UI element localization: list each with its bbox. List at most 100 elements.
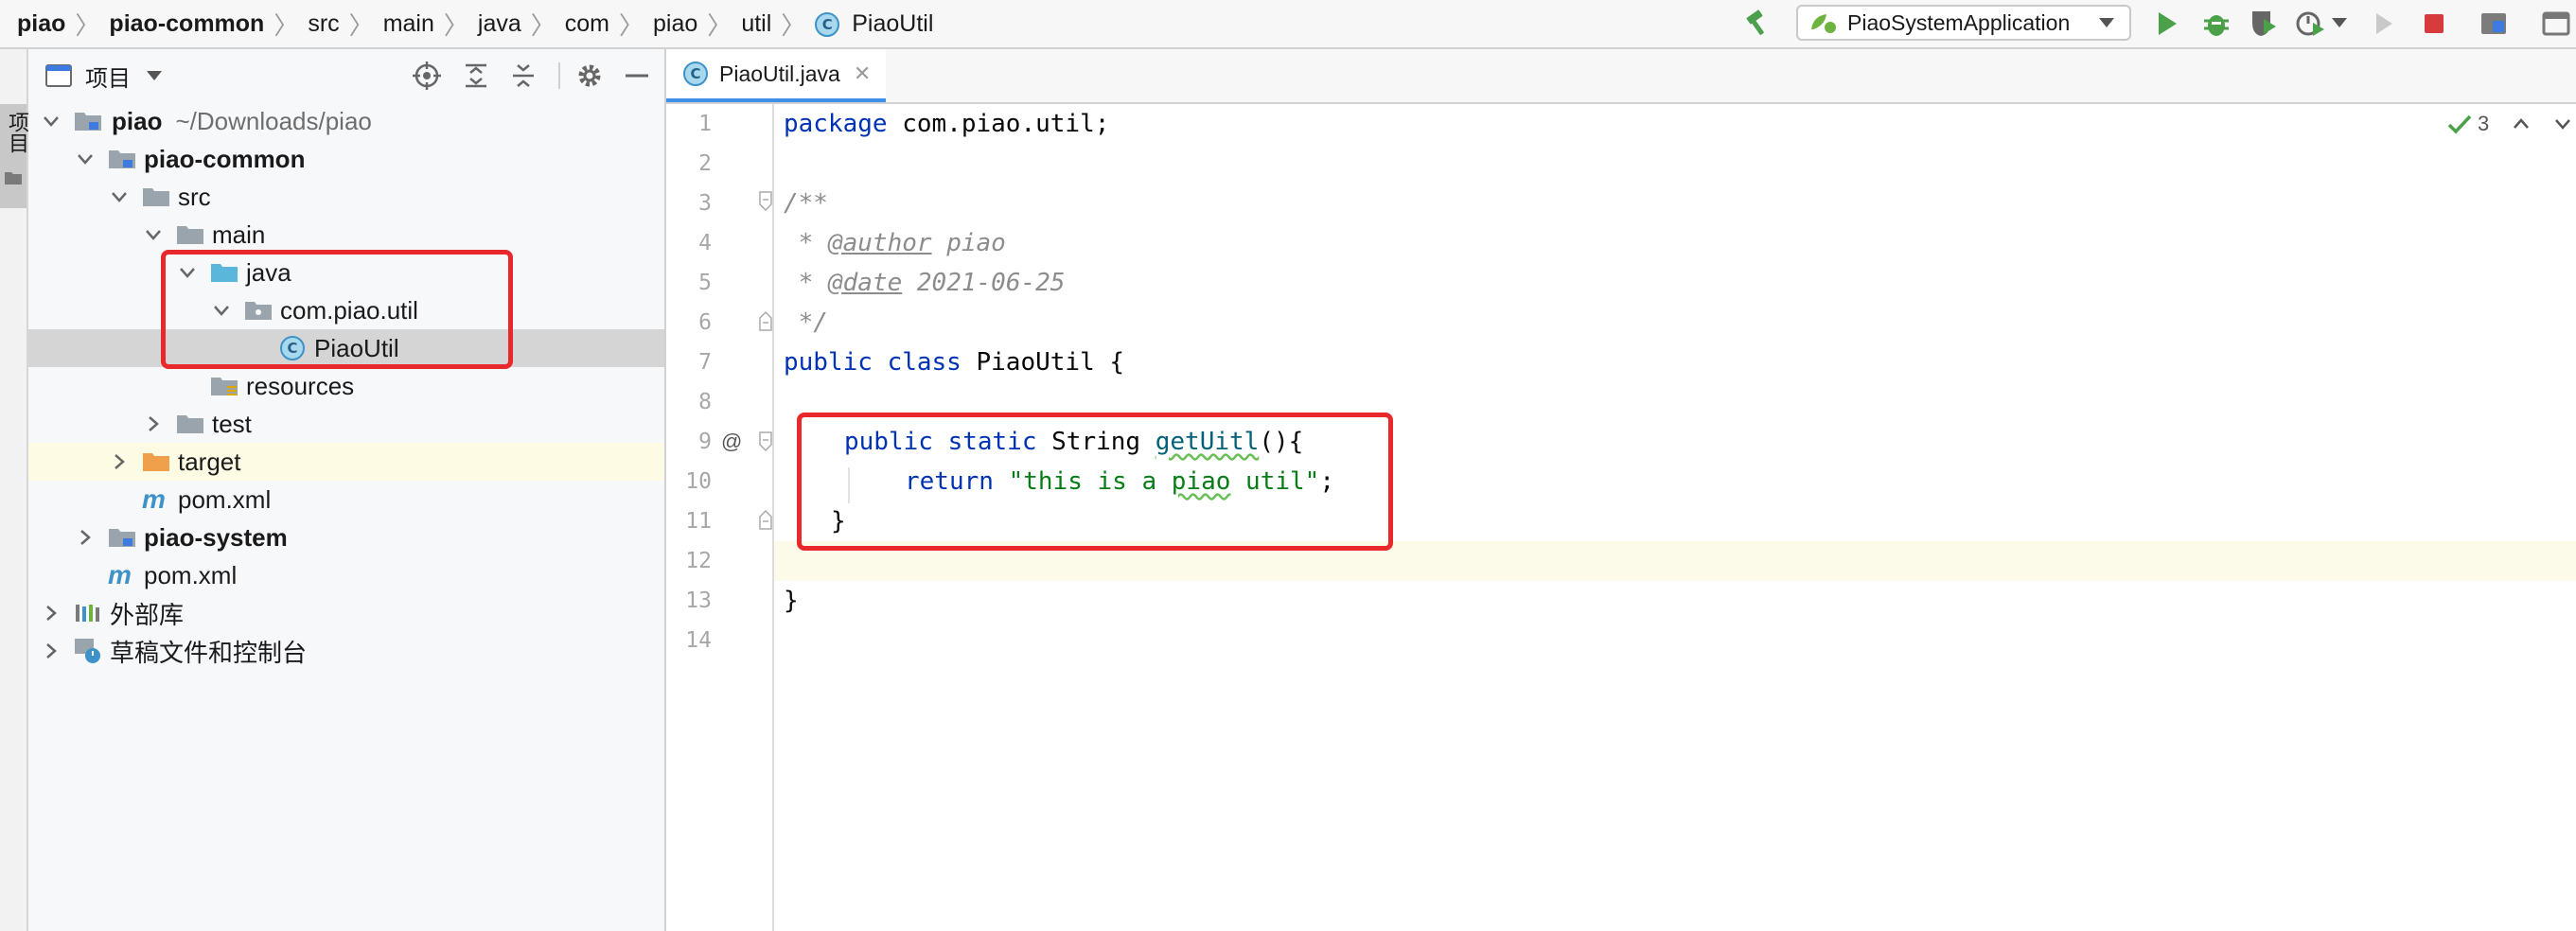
folder-icon: [5, 172, 22, 184]
breadcrumb-separator-icon: 〉: [707, 10, 732, 40]
module-folder-icon: [75, 113, 101, 131]
tree-item-pom[interactable]: m pom.xml: [28, 481, 664, 518]
breadcrumb-separator-icon: 〉: [443, 10, 468, 40]
editor-tab-piaoutil[interactable]: C PiaoUtil.java ✕: [666, 49, 886, 102]
project-path-label: ~/Downloads/piao: [175, 106, 372, 135]
breadcrumb-separator-icon: 〉: [619, 10, 644, 40]
expand-all-icon[interactable]: [462, 61, 490, 90]
collapse-all-icon[interactable]: [509, 61, 538, 90]
gear-icon[interactable]: [575, 61, 604, 90]
tree-item-label: pom.xml: [144, 560, 238, 589]
chevron-down-icon[interactable]: [2330, 13, 2349, 32]
chevron-right-icon[interactable]: [76, 528, 95, 547]
profile-icon[interactable]: [2294, 8, 2326, 40]
chevron-down-icon[interactable]: [110, 187, 129, 206]
tree-item-test[interactable]: test: [28, 405, 664, 443]
chevron-right-icon[interactable]: [42, 641, 61, 660]
check-icon: [2447, 114, 2472, 134]
class-icon: C: [815, 11, 840, 37]
class-icon: C: [683, 61, 708, 86]
code-line: /**: [784, 189, 828, 218]
stop-icon[interactable]: [2418, 8, 2450, 40]
inspection-count: 3: [2478, 112, 2490, 135]
chevron-down-icon[interactable]: [144, 225, 163, 244]
build-hammer-icon[interactable]: [1741, 8, 1773, 40]
breadcrumb-item-main[interactable]: main: [376, 10, 442, 38]
tree-item-label: test: [212, 409, 252, 438]
project-panel-header: 项目: [28, 49, 664, 102]
attach-debugger-icon[interactable]: [2368, 8, 2400, 40]
library-icon: [76, 605, 99, 622]
inspection-widget[interactable]: 3: [2447, 112, 2572, 136]
code-line: */: [784, 308, 828, 337]
tree-item-external-libraries[interactable]: 外部库: [28, 594, 664, 632]
coverage-icon[interactable]: [2248, 8, 2280, 40]
locate-file-icon[interactable]: [413, 61, 441, 90]
tree-item-label: 外部库: [110, 600, 185, 629]
breadcrumb-separator-icon: 〉: [273, 10, 299, 40]
tree-item-label: main: [212, 220, 266, 249]
tree-item-pom[interactable]: m pom.xml: [28, 556, 664, 594]
code-token: *: [784, 269, 828, 297]
breadcrumb-item-file[interactable]: C PiaoUtil: [807, 10, 941, 38]
hide-panel-icon[interactable]: [623, 61, 651, 90]
scratches-icon: [75, 639, 100, 663]
breadcrumb-item-com[interactable]: com: [557, 10, 617, 38]
chevron-down-icon[interactable]: [2553, 117, 2572, 131]
tree-item-main[interactable]: main: [28, 216, 664, 254]
chevron-down-icon[interactable]: [42, 112, 61, 131]
tree-item-label: piao-common: [144, 144, 306, 173]
breadcrumb-item-piao[interactable]: piao: [645, 10, 705, 38]
search-everywhere-icon[interactable]: [2540, 8, 2572, 40]
chevron-down-icon[interactable]: [76, 149, 95, 168]
module-folder-icon: [109, 529, 135, 547]
chevron-right-icon[interactable]: [110, 452, 129, 471]
breadcrumb-separator-icon: 〉: [348, 10, 374, 40]
debug-icon[interactable]: [2200, 8, 2232, 40]
tree-item-src[interactable]: src: [28, 178, 664, 216]
chevron-up-icon[interactable]: [2512, 117, 2531, 131]
project-structure-icon[interactable]: [2478, 8, 2510, 40]
close-icon[interactable]: ✕: [854, 61, 871, 86]
breadcrumb-item-java[interactable]: java: [470, 10, 529, 38]
code-token: com.piao.util;: [887, 110, 1110, 138]
code-token: *: [784, 229, 828, 257]
fold-icon[interactable]: [759, 191, 772, 212]
breadcrumb-item-module[interactable]: piao-common: [101, 10, 272, 38]
project-tool-tab[interactable]: 项目: [0, 104, 29, 208]
code-token: piao: [931, 229, 1006, 257]
tree-item-scratches[interactable]: 草稿文件和控制台: [28, 632, 664, 670]
line-number: 6: [698, 310, 712, 335]
line-number: 7: [698, 350, 712, 375]
project-panel-title[interactable]: 项目: [85, 60, 131, 93]
breadcrumb-item-src[interactable]: src: [300, 10, 346, 38]
line-number: 2: [698, 151, 712, 176]
line-number: 12: [685, 549, 712, 573]
breadcrumb-item-project[interactable]: piao: [9, 10, 73, 38]
fold-icon[interactable]: [759, 431, 772, 452]
tree-item-piao-common[interactable]: piao-common: [28, 140, 664, 178]
tree-item-label: 草稿文件和控制台: [110, 638, 308, 667]
navigation-bar: piao 〉 piao-common 〉 src 〉 main 〉 java 〉 com 〉…: [0, 0, 2576, 49]
module-folder-icon: [109, 150, 135, 168]
code-editor[interactable]: package com.piao.util; /** * @author pia…: [774, 104, 2576, 931]
chevron-down-icon[interactable]: [146, 70, 163, 81]
run-configuration-selector[interactable]: PiaoSystemApplication: [1796, 5, 2131, 41]
chevron-right-icon[interactable]: [42, 604, 61, 623]
chevron-right-icon[interactable]: [144, 414, 163, 433]
run-configuration-label: PiaoSystemApplication: [1847, 9, 2071, 35]
fold-icon[interactable]: [759, 310, 772, 331]
tree-item-piao[interactable]: piao ~/Downloads/piao: [28, 102, 664, 140]
fold-icon[interactable]: [759, 509, 772, 530]
code-token: PiaoUtil {: [961, 348, 1125, 377]
folder-icon: [143, 188, 169, 206]
breadcrumb-item-util[interactable]: util: [733, 10, 779, 38]
line-number: 11: [685, 509, 712, 534]
tree-item-resources[interactable]: resources: [28, 367, 664, 405]
tree-item-piao-system[interactable]: piao-system: [28, 518, 664, 556]
spring-boot-icon: [1811, 14, 1836, 33]
chevron-down-icon: [2099, 18, 2114, 27]
tree-item-target[interactable]: target: [28, 443, 664, 481]
implements-marker-icon[interactable]: @: [721, 422, 742, 462]
run-icon[interactable]: [2150, 8, 2182, 40]
